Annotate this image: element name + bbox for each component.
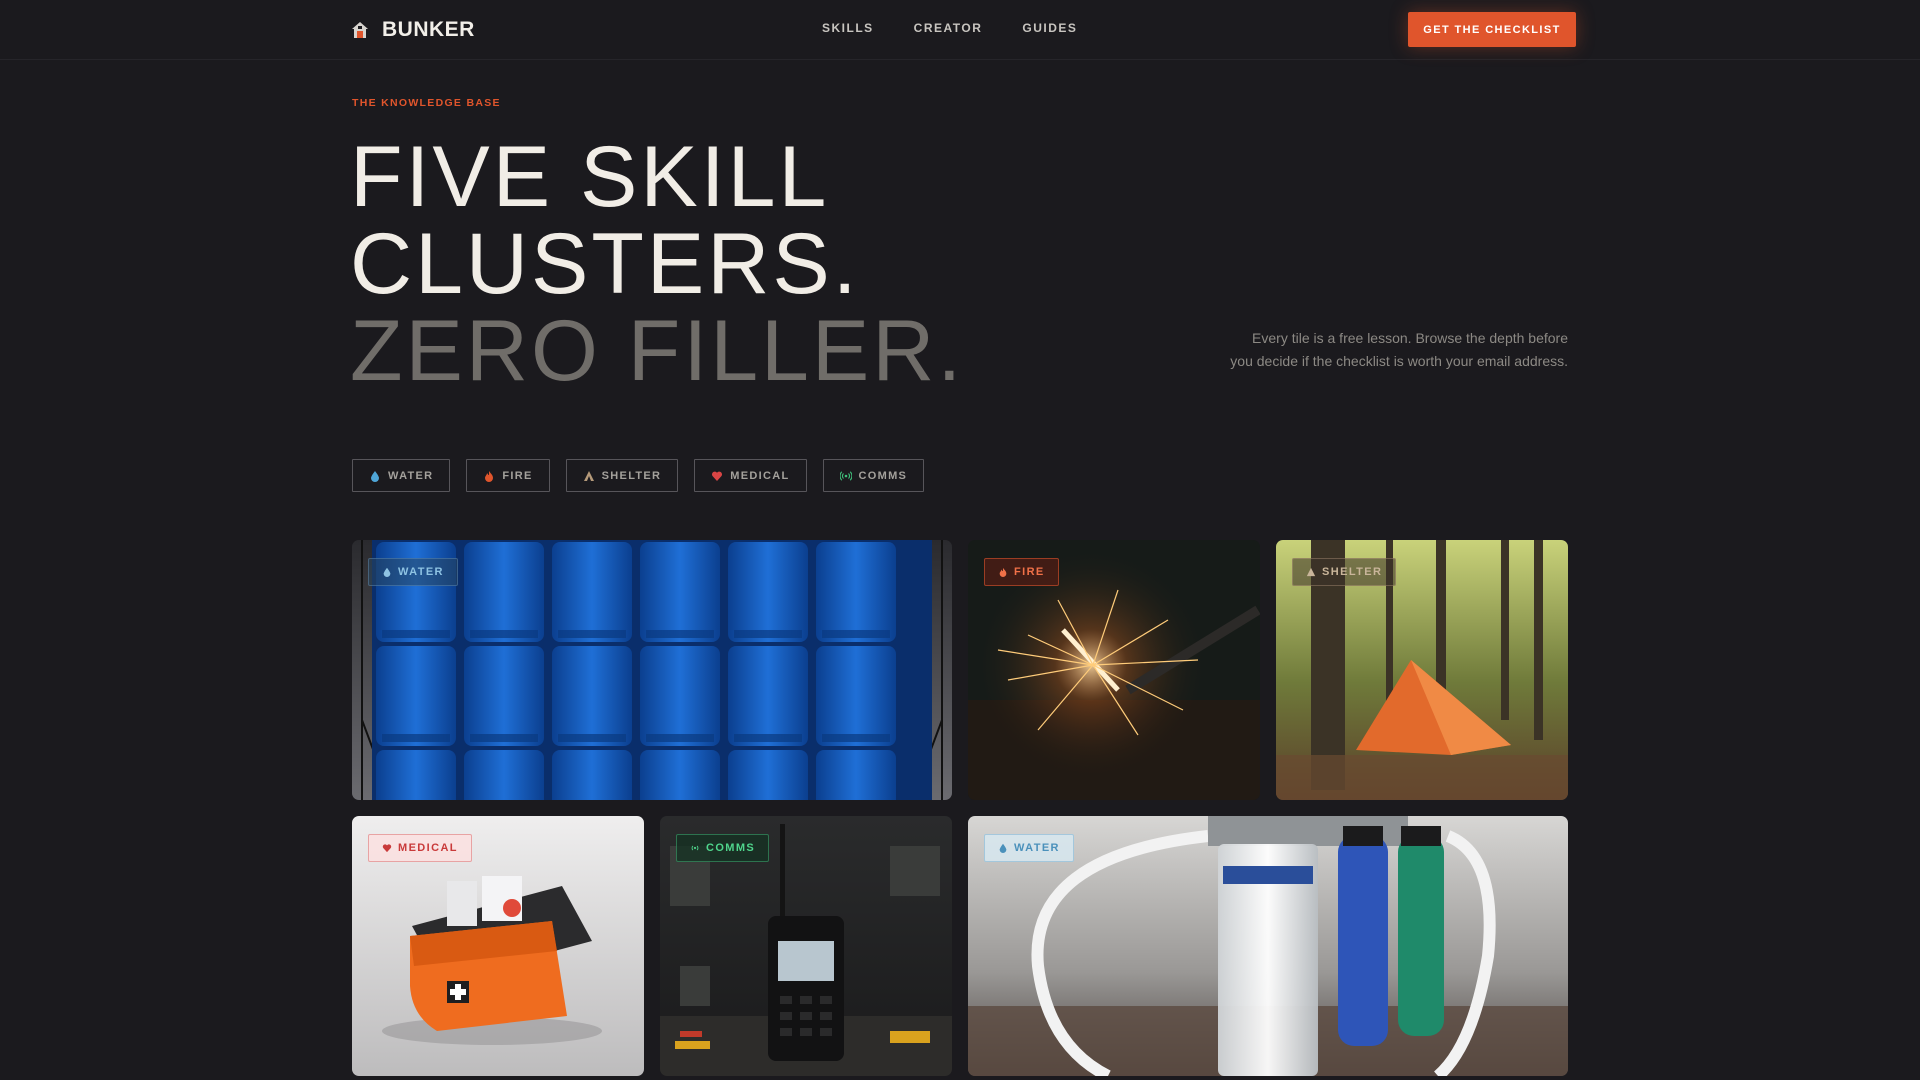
top-nav: BUNKER SKILLS CREATOR GUIDES GET THE CHE…: [0, 0, 1920, 60]
signal-icon: [839, 470, 852, 481]
filter-shelter[interactable]: SHELTER: [565, 459, 679, 492]
tile-tag-label: WATER: [398, 566, 444, 578]
filter-label: WATER: [388, 469, 434, 482]
get-checklist-button[interactable]: GET THE CHECKLIST: [1408, 12, 1576, 47]
headline-line-1: FIVE SKILL: [350, 129, 830, 225]
tile-tag-label: SHELTER: [1322, 566, 1383, 578]
brand-logo[interactable]: BUNKER: [350, 18, 475, 42]
water-drop-icon: [371, 470, 379, 482]
headline-line-3: ZERO FILLER.: [350, 303, 965, 399]
nav-link-creator[interactable]: CREATOR: [914, 21, 983, 35]
tile-tag-water: WATER: [368, 558, 458, 586]
flame-icon: [485, 470, 494, 482]
tile-tag-label: FIRE: [1014, 566, 1045, 578]
nav-links: SKILLS CREATOR GUIDES: [822, 21, 1077, 35]
tile-water-jerrycans[interactable]: WATER: [352, 540, 952, 800]
page-title: FIVE SKILL CLUSTERS. ZERO FILLER.: [350, 134, 964, 395]
brand-name: BUNKER: [382, 18, 475, 41]
heart-icon: [382, 844, 392, 853]
tile-tag-medical: MEDICAL: [368, 834, 472, 862]
filter-medical[interactable]: MEDICAL: [694, 459, 807, 492]
bunker-house-icon: [352, 22, 368, 38]
nav-link-skills[interactable]: SKILLS: [822, 21, 874, 35]
headline-line-2: CLUSTERS.: [350, 216, 860, 312]
tile-tag-label: WATER: [1014, 842, 1060, 854]
filter-fire[interactable]: FIRE: [466, 459, 550, 492]
tile-tag-shelter: SHELTER: [1292, 558, 1397, 586]
tent-icon: [583, 470, 594, 481]
filter-label: FIRE: [502, 469, 533, 482]
filter-water[interactable]: WATER: [352, 459, 451, 492]
filter-comms[interactable]: COMMS: [822, 459, 925, 492]
flame-icon: [999, 567, 1007, 577]
nav-link-guides[interactable]: GUIDES: [1022, 21, 1077, 35]
tile-shelter-tarp[interactable]: SHELTER: [1276, 540, 1568, 800]
water-drop-icon: [383, 567, 391, 577]
tile-tag-label: COMMS: [706, 842, 756, 854]
tile-tag-comms: COMMS: [676, 834, 770, 862]
section-eyebrow: THE KNOWLEDGE BASE: [352, 97, 501, 109]
skill-filters: WATER FIRE SHELTER MEDICAL COMMS: [352, 459, 925, 492]
hero-description: Every tile is a free lesson. Browse the …: [1230, 330, 1568, 369]
tile-tag-fire: FIRE: [984, 558, 1059, 586]
heart-icon: [712, 471, 723, 481]
tile-tag-water: WATER: [984, 834, 1074, 862]
filter-label: MEDICAL: [730, 469, 790, 482]
tent-icon: [1306, 567, 1316, 577]
water-drop-icon: [999, 843, 1007, 853]
tile-medical-kit[interactable]: MEDICAL: [352, 816, 644, 1076]
tile-comms-radio[interactable]: COMMS: [660, 816, 952, 1076]
signal-icon: [691, 845, 699, 851]
tile-tag-label: MEDICAL: [398, 842, 458, 854]
filter-label: SHELTER: [601, 469, 662, 482]
tile-water-filter[interactable]: WATER: [968, 816, 1568, 1076]
tile-fire-sparks[interactable]: FIRE: [968, 540, 1260, 800]
filter-label: COMMS: [858, 469, 908, 482]
